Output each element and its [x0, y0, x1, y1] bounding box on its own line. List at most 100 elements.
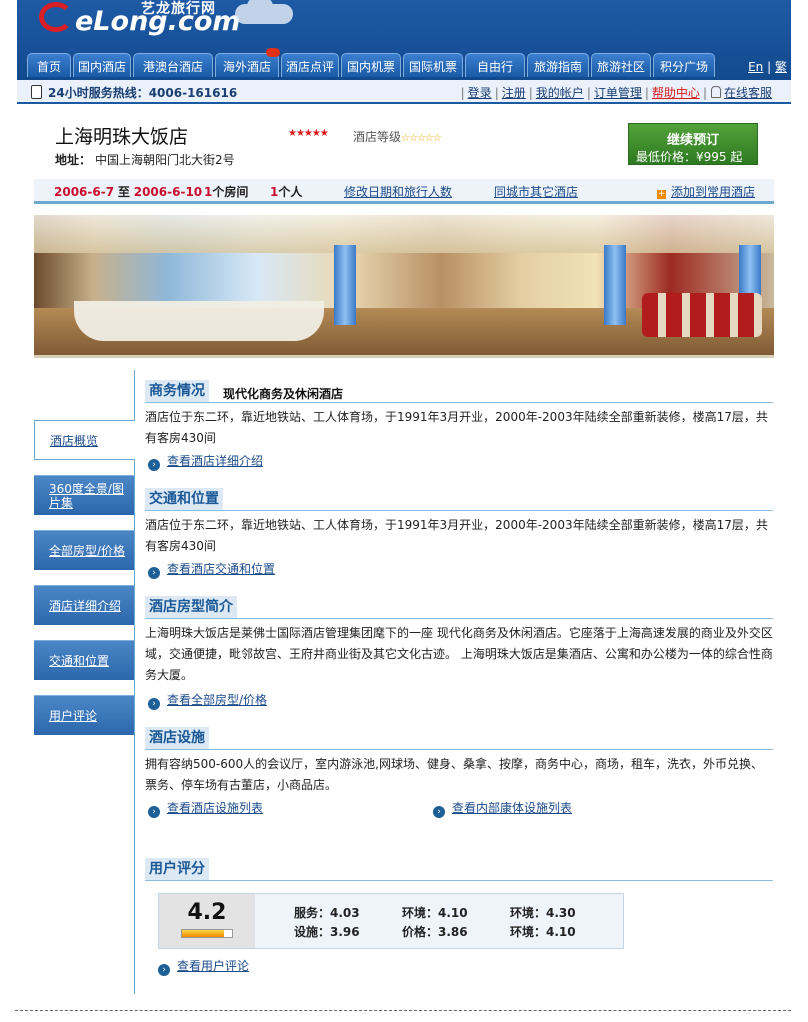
- nav-tab-free-travel[interactable]: 自由行: [465, 53, 525, 77]
- rating-item: 设施：3.96: [294, 923, 360, 940]
- transport-description: 酒店位于东二环，靠近地铁站、工人体育场，于1991年3月开业，2000年-200…: [145, 518, 768, 553]
- hotel-grade-label: 酒店等级: [353, 130, 402, 144]
- view-hotel-details-link[interactable]: 查看酒店详细介绍: [167, 454, 263, 468]
- phone-icon: [31, 85, 42, 99]
- nav-tab-domestic-flights[interactable]: 国内机票: [341, 53, 401, 77]
- view-all-rooms-link[interactable]: 查看全部房型/价格: [167, 693, 267, 707]
- hotel-grade-stars: ☆☆☆☆☆: [401, 133, 442, 144]
- address-value: 中国上海朝阳门北大街2号: [95, 153, 235, 167]
- section-transport: 交通和位置: [145, 488, 773, 511]
- nav-tab-hk-macau-tw-hotels[interactable]: 港澳台酒店: [133, 53, 213, 77]
- room-count-label: 个房间: [212, 185, 249, 199]
- sidebar-item-reviews[interactable]: 用户评论: [34, 695, 134, 735]
- rating-panel: 4.2 服务：4.03 环境：4.10 环境：4.30 设施：3.96 价格：3…: [158, 893, 624, 949]
- people-count: 1个人: [270, 183, 302, 200]
- arrow-circle-icon: ›: [148, 698, 160, 710]
- hotel-name: 上海明珠大饭店: [55, 126, 189, 148]
- nav-tab-travel-community[interactable]: 旅游社区: [591, 53, 651, 77]
- view-transport-link[interactable]: 查看酒店交通和位置: [167, 562, 275, 576]
- sidebar-reviews-link[interactable]: 用户评论: [49, 709, 97, 723]
- overall-score: 4.2: [159, 894, 255, 948]
- sidebar-panorama-link[interactable]: 360度全景/图片集: [49, 482, 134, 510]
- nav-tab-domestic-hotels[interactable]: 国内酒店: [73, 53, 131, 77]
- nearby-hotels-link[interactable]: 同城市其它酒店: [494, 183, 578, 200]
- view-facilities-link[interactable]: 查看酒店设施列表: [167, 801, 263, 815]
- hotel-address: 地址： 中国上海朝阳门北大街2号: [55, 151, 235, 168]
- sidebar-item-hotel-details[interactable]: 酒店详细介绍: [34, 585, 134, 625]
- hotel-panorama-image[interactable]: [34, 215, 774, 356]
- add-favorite-link[interactable]: 添加到常用酒店: [671, 185, 755, 199]
- help-center-link[interactable]: 帮助中心: [652, 86, 700, 100]
- sidebar-rooms-link[interactable]: 全部房型/价格: [49, 544, 125, 558]
- hotel-details-link-row: › 查看酒店详细介绍: [148, 452, 263, 471]
- order-management-link[interactable]: 订单管理: [594, 86, 642, 100]
- room-count: 1个房间: [204, 183, 248, 200]
- rooms-link-row: › 查看全部房型/价格: [148, 691, 267, 710]
- continue-booking-button[interactable]: 继续预订 最低价格：¥995 起: [628, 123, 758, 165]
- language-switch: En | 繁: [748, 58, 787, 75]
- nav-tab-overseas-hotels[interactable]: 海外酒店: [215, 48, 280, 77]
- nav-tab-points-plaza[interactable]: 积分广场: [653, 53, 715, 77]
- hotel-sidebar: 酒店概览 360度全景/图片集 全部房型/价格 酒店详细介绍 交通和位置 用户评…: [34, 370, 135, 994]
- rating-label: 环境：: [510, 906, 547, 920]
- banner-red-chairs: [642, 293, 762, 337]
- rating-value: 4.03: [330, 906, 360, 920]
- my-account-link[interactable]: 我的帐户: [536, 86, 584, 100]
- nav-tab-travel-guide[interactable]: 旅游指南: [527, 53, 589, 77]
- sidebar-item-rooms-prices[interactable]: 全部房型/价格: [34, 530, 134, 570]
- rating-item: 价格：3.86: [402, 923, 468, 940]
- sidebar-item-location[interactable]: 交通和位置: [34, 640, 134, 680]
- transport-link-row: › 查看酒店交通和位置: [148, 560, 275, 579]
- separator: |: [586, 86, 591, 100]
- nav-tab-home[interactable]: 首页: [27, 53, 71, 77]
- lang-traditional-link[interactable]: 繁: [775, 60, 787, 74]
- min-price: 最低价格：¥995 起: [636, 148, 742, 165]
- arrow-circle-icon: ›: [148, 567, 160, 579]
- nav-tab-intl-flights[interactable]: 国际机票: [403, 53, 463, 77]
- view-user-reviews-link[interactable]: 查看用户评论: [177, 959, 249, 973]
- login-link[interactable]: 登录: [468, 86, 492, 100]
- section-rating: 用户评分: [145, 858, 773, 881]
- score-bar: [181, 929, 233, 938]
- section-rooms: 酒店房型简介: [145, 596, 773, 619]
- rating-item: 环境：4.10: [510, 923, 576, 940]
- online-service-link[interactable]: 在线客服: [724, 86, 772, 100]
- sidebar-item-panorama[interactable]: 360度全景/图片集: [34, 475, 134, 515]
- user-links: | 登录 | 注册 | 我的帐户 | 订单管理 | 帮助中心 | 在线客服: [459, 84, 773, 101]
- rooms-description: 上海明珠大饭店是莱佛士国际酒店管理集团麾下的一座 现代化商务及休闲酒店。它座落于…: [145, 626, 773, 682]
- stay-info-bar: 2006-6-7 至 2006-6-10 1个房间 1个人 修改日期和旅行人数 …: [34, 179, 774, 204]
- facilities-link-row: › 查看酒店设施列表: [148, 799, 263, 818]
- sidebar-location-link[interactable]: 交通和位置: [49, 654, 109, 668]
- business-description: 酒店位于东二环，靠近地铁站、工人体育场，于1991年3月开业，2000年-200…: [145, 410, 768, 445]
- rating-label: 环境：: [510, 925, 547, 939]
- register-link[interactable]: 注册: [502, 86, 526, 100]
- add-favorite[interactable]: + 添加到常用酒店: [657, 183, 755, 200]
- logo-english-text: eLong.com: [75, 6, 241, 37]
- arrow-circle-icon: ›: [148, 459, 160, 471]
- rating-value: 4.10: [438, 906, 468, 920]
- hotel-star-rating: ★★★★★: [288, 128, 329, 139]
- lang-english-link[interactable]: En: [748, 60, 763, 74]
- arrow-circle-icon: ›: [433, 806, 445, 818]
- site-header: 艺龙旅行网 eLong.com 首页 国内酒店 港澳台酒店 海外酒店 酒店点评 …: [17, 0, 791, 80]
- nav-tab-hotel-reviews[interactable]: 酒店点评: [281, 53, 339, 77]
- modify-dates-link[interactable]: 修改日期和旅行人数: [344, 183, 452, 200]
- separator: |: [460, 86, 465, 100]
- hotline-number: 4006-161616: [148, 86, 238, 100]
- sidebar-details-link[interactable]: 酒店详细介绍: [49, 599, 121, 613]
- sidebar-item-overview[interactable]: 酒店概览: [34, 420, 135, 460]
- add-plus-icon: +: [657, 189, 666, 199]
- stay-dates: 2006-6-7 至 2006-6-10: [54, 183, 202, 200]
- nav-tab-overseas-label: 海外酒店: [222, 60, 271, 74]
- banner-pillar: [334, 245, 356, 325]
- separator: |: [494, 86, 499, 100]
- address-label: 地址：: [55, 153, 92, 167]
- sidebar-overview-link[interactable]: 酒店概览: [50, 432, 98, 449]
- cloud-decoration-icon: [235, 0, 293, 24]
- rating-item: 环境：4.10: [402, 904, 468, 921]
- rating-label: 环境：: [402, 906, 439, 920]
- info-bar: 24小时服务热线：4006-161616 | 登录 | 注册 | 我的帐户 | 订单管理 | 帮助…: [17, 80, 791, 104]
- footer-divider: [15, 1010, 791, 1011]
- view-fitness-facilities-link[interactable]: 查看内部康体设施列表: [452, 801, 572, 815]
- banner-ceiling: [34, 215, 774, 253]
